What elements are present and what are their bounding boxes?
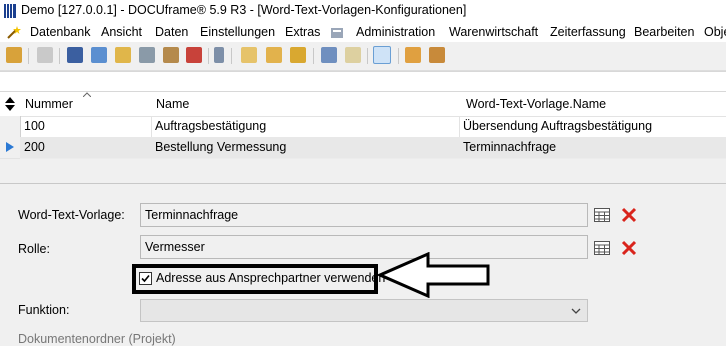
menu-warenwirtschaft[interactable]: Warenwirtschaft: [449, 25, 538, 39]
export-icon[interactable]: [290, 47, 306, 63]
tag-icon[interactable]: [139, 47, 155, 63]
toolbar: [0, 42, 726, 71]
column-header-label: Word-Text-Vorlage.Name: [466, 97, 607, 111]
cell-text: Auftragsbestätigung: [155, 119, 267, 133]
list-icon[interactable]: [91, 47, 107, 63]
toolbar-separator: [398, 48, 399, 64]
menu-objekt[interactable]: Obje: [704, 25, 726, 39]
cell-vorlage: Übersendung Auftragsbestätigung: [459, 116, 726, 138]
dokumentenordner-label: Dokumentenordner (Projekt): [18, 332, 176, 346]
checkmark-icon: [141, 274, 150, 283]
cell-text: Bestellung Vermessung: [155, 140, 287, 154]
toolbar-separator: [208, 48, 209, 64]
annotation-arrow-icon: [376, 252, 490, 298]
calendar-icon[interactable]: [186, 47, 202, 63]
users-icon[interactable]: [405, 47, 421, 63]
column-header-nummer[interactable]: Nummer: [20, 92, 152, 117]
vorlage-value: Terminnachfrage: [145, 208, 239, 222]
vorlage-field[interactable]: Terminnachfrage: [140, 203, 588, 227]
cell-nummer: 100: [20, 116, 152, 138]
rolle-value: Vermesser: [145, 240, 205, 254]
sort-arrows-icon: [5, 97, 15, 111]
menu-ansicht[interactable]: Ansicht: [101, 25, 142, 39]
rolle-field[interactable]: Vermesser: [140, 235, 588, 259]
cell-vorlage: Terminnachfrage: [459, 137, 726, 159]
rolle-label: Rolle:: [18, 242, 50, 256]
toolbar-separator: [313, 48, 314, 64]
funktion-dropdown[interactable]: [140, 299, 588, 322]
sort-ascending-icon: [83, 92, 91, 97]
table-row[interactable]: 100 Auftragsbestätigung Übersendung Auft…: [0, 116, 726, 138]
adresse-checkbox[interactable]: [139, 272, 152, 285]
vorlage-label: Word-Text-Vorlage:: [18, 208, 125, 222]
menu-administration[interactable]: Administration: [356, 25, 435, 39]
row-selector[interactable]: [0, 116, 21, 138]
open-folder-icon[interactable]: [266, 47, 282, 63]
row-selector[interactable]: [0, 137, 21, 159]
menu-einstellungen[interactable]: Einstellungen: [200, 25, 275, 39]
box-icon[interactable]: [163, 47, 179, 63]
toolbar-separator: [367, 48, 368, 64]
menu-datenbank[interactable]: Datenbank: [30, 25, 90, 39]
note-icon[interactable]: [241, 47, 257, 63]
adresse-checkbox-label[interactable]: Adresse aus Ansprechpartner verwenden: [156, 271, 385, 285]
print-icon[interactable]: [37, 47, 53, 63]
phone-icon[interactable]: [214, 47, 224, 63]
filter-bar[interactable]: [0, 71, 726, 92]
folder-icon[interactable]: [115, 47, 131, 63]
toolbar-separator: [28, 48, 29, 64]
menu-extras[interactable]: Extras: [285, 25, 320, 39]
lookup-table-icon[interactable]: [594, 208, 610, 222]
sort-toggle[interactable]: [0, 92, 21, 117]
search-icon[interactable]: [321, 47, 337, 63]
search-disabled-icon[interactable]: [345, 47, 361, 63]
chevron-down-icon: [571, 308, 581, 314]
user-export-icon[interactable]: [429, 47, 445, 63]
table-row-selected[interactable]: 200 Bestellung Vermessung Terminnachfrag…: [0, 137, 726, 159]
card-icon[interactable]: [67, 47, 83, 63]
data-grid: Nummer Name Word-Text-Vorlage.Name 100 A…: [0, 92, 726, 159]
cell-text: Terminnachfrage: [463, 140, 557, 154]
toolbar-separator: [59, 48, 60, 64]
column-header-vorlage[interactable]: Word-Text-Vorlage.Name: [459, 92, 726, 117]
clear-icon[interactable]: [621, 207, 637, 223]
app-logo-icon: [4, 4, 16, 18]
menu-zeiterfassung[interactable]: Zeiterfassung: [550, 25, 626, 39]
cell-text: Übersendung Auftragsbestätigung: [463, 119, 653, 133]
menu-bearbeiten[interactable]: Bearbeiten: [634, 25, 694, 39]
menu-bar: Datenbank Ansicht Daten Einstellungen Ex…: [0, 22, 726, 42]
menu-daten[interactable]: Daten: [155, 25, 188, 39]
lookup-table-icon[interactable]: [594, 241, 610, 255]
cell-text: 200: [24, 140, 45, 154]
admin-icon: [331, 28, 343, 38]
clear-icon[interactable]: [621, 240, 637, 256]
column-header-label: Nummer: [25, 97, 73, 111]
window-title: Demo [127.0.0.1] - DOCUframe® 5.9 R3 - […: [21, 3, 467, 17]
cell-nummer: 200: [20, 137, 152, 159]
title-bar: Demo [127.0.0.1] - DOCUframe® 5.9 R3 - […: [0, 0, 726, 22]
cell-text: 100: [24, 119, 45, 133]
column-header-name[interactable]: Name: [151, 92, 460, 117]
detail-view-icon[interactable]: [373, 46, 391, 64]
column-header-label: Name: [156, 97, 190, 111]
user-lock-icon[interactable]: [6, 47, 22, 63]
cell-name: Bestellung Vermessung: [151, 137, 460, 159]
wand-icon[interactable]: [6, 25, 22, 40]
toolbar-separator: [231, 48, 232, 64]
cell-name: Auftragsbestätigung: [151, 116, 460, 138]
current-row-pointer-icon: [6, 142, 14, 152]
funktion-label: Funktion:: [18, 303, 70, 317]
